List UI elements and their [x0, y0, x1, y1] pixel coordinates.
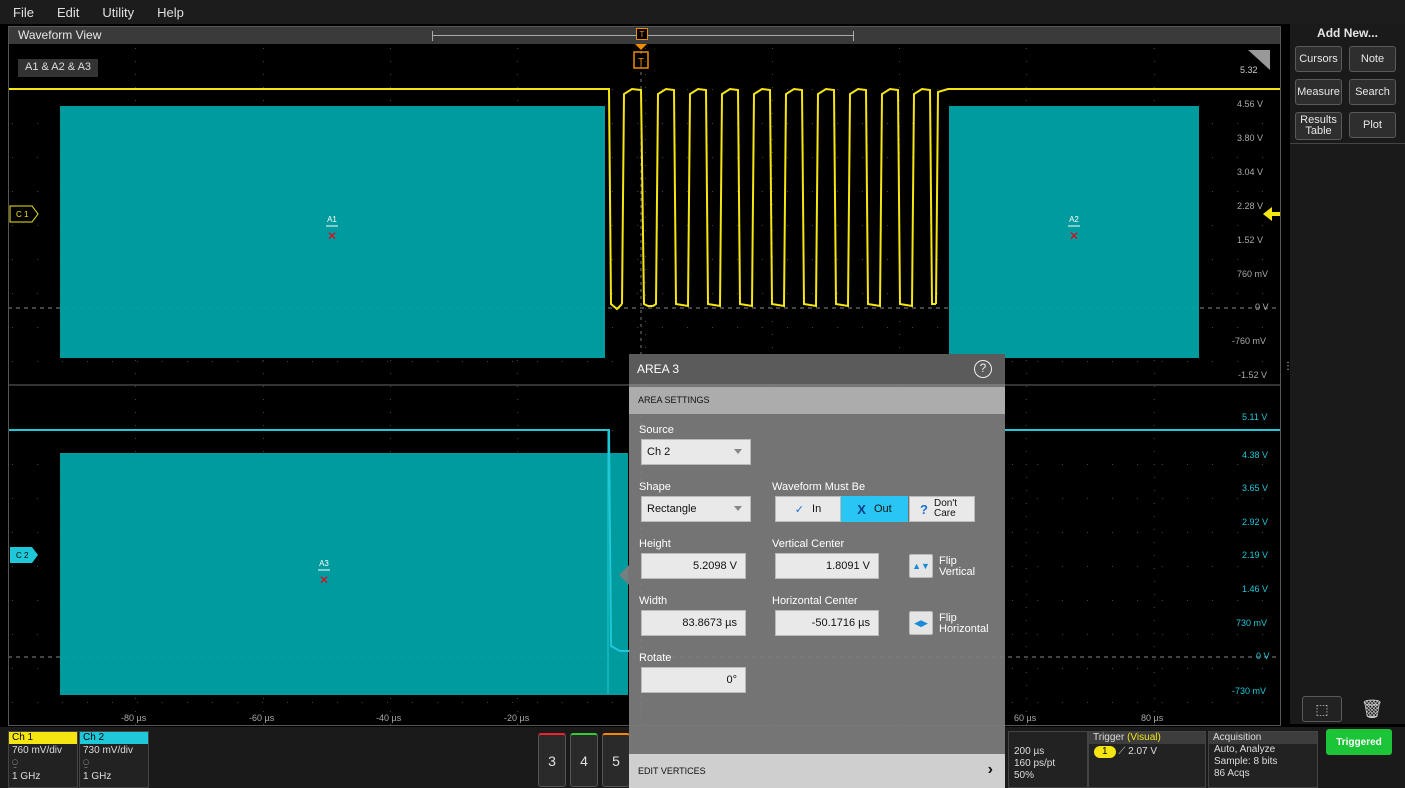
trigger-title: Trigger [1093, 732, 1125, 743]
trigger-level: 2.07 V [1128, 746, 1158, 757]
acquisition-badge[interactable]: Acquisition Auto, Analyze Sample: 8 bits… [1208, 731, 1318, 788]
rising-edge-icon: ⟋ [1118, 746, 1129, 757]
dialog-header: AREA 3 ? [629, 354, 1005, 384]
ch2-scale-value: 730 mV/div [83, 745, 134, 756]
ch1-scale-value: 760 mV/div [12, 745, 63, 756]
horizontal-badge[interactable]: 200 µs 160 ps/pt 50% [1008, 731, 1088, 788]
search-button[interactable]: Search [1349, 79, 1396, 105]
dialog-pointer [619, 565, 629, 585]
ch4-button[interactable]: 4 [570, 733, 598, 787]
ch3-button[interactable]: 3 [538, 733, 566, 787]
horizontal-center-input[interactable]: -50.1716 µs [775, 610, 879, 636]
must-be-in-label: In [812, 503, 822, 515]
dialog-title: AREA 3 [637, 362, 680, 376]
rotate-label: Rotate [639, 652, 672, 664]
acquisition-count: 86 Acqs [1214, 768, 1250, 779]
flip-horizontal-label: Flip Horizontal [939, 612, 989, 635]
cursors-button[interactable]: Cursors [1295, 46, 1342, 72]
shape-label: Shape [639, 481, 671, 493]
shape-value: Rectangle [647, 503, 697, 515]
menu-help[interactable]: Help [144, 5, 194, 20]
must-be-in-button[interactable]: ✓ In [775, 496, 841, 522]
trigger-settings: 1 ⟋ 2.07 V [1089, 746, 1205, 758]
edit-vertices-label: EDIT VERTICES [638, 766, 706, 776]
width-input[interactable]: 83.8673 µs [641, 610, 746, 636]
ch2-badge[interactable]: Ch 2 730 mV/div ⍜ 1 GHz [79, 731, 149, 788]
must-be-out-button[interactable]: X Out [841, 496, 908, 522]
trigger-header: Trigger (Visual) [1089, 732, 1205, 744]
menu-edit[interactable]: Edit [44, 5, 89, 20]
check-icon: ✓ [794, 503, 805, 516]
menu-utility[interactable]: Utility [89, 5, 144, 20]
edit-vertices-row[interactable]: EDIT VERTICES › [629, 754, 1005, 788]
ch1-coupling-icon: ⍜ [12, 758, 18, 769]
horizontal-rate: 160 ps/pt [1014, 758, 1056, 769]
zoom-box-icon[interactable]: ⬚ [1302, 696, 1342, 722]
pane-drag-handle[interactable]: ⋮ [1283, 362, 1293, 384]
must-be-dontcare-button[interactable]: ? Don't Care [909, 496, 975, 522]
shape-select[interactable]: Rectangle [641, 496, 751, 522]
flip-vertical-button[interactable]: ▲▼ [909, 554, 933, 578]
vertical-center-label: Vertical Center [772, 538, 845, 550]
vertical-center-input[interactable]: 1.8091 V [775, 553, 879, 579]
area-3-dialog: AREA 3 ? AREA SETTINGS Source Ch 2 Shape… [629, 354, 1005, 788]
help-icon[interactable]: ? [974, 360, 992, 378]
ch2-badge-name: Ch 2 [80, 732, 148, 744]
trash-icon[interactable]: 🗑 [1352, 696, 1392, 722]
triggered-status: Triggered [1326, 729, 1392, 755]
measure-button[interactable]: Measure [1295, 79, 1342, 105]
ch1-bandwidth: 1 GHz [12, 771, 41, 782]
area-settings-section: AREA SETTINGS [629, 387, 1005, 414]
horizontal-center-label: Horizontal Center [772, 595, 858, 607]
add-new-title: Add New... [1317, 26, 1378, 40]
horizontal-record: 200 µs [1014, 746, 1045, 757]
acquisition-sample: Sample: 8 bits [1214, 756, 1278, 767]
x-icon: X [857, 501, 866, 517]
trigger-source: 1 [1094, 746, 1116, 758]
source-label: Source [639, 424, 674, 436]
chevron-right-icon: › [987, 761, 993, 778]
flip-vertical-label: Flip Vertical [939, 555, 976, 578]
ch1-badge-name: Ch 1 [9, 732, 77, 744]
trigger-badge[interactable]: Trigger (Visual) 1 ⟋ 2.07 V [1088, 731, 1206, 788]
trigger-mode: (Visual) [1127, 732, 1161, 743]
acquisition-mode: Auto, Analyze [1214, 744, 1276, 755]
chevron-down-icon [734, 449, 742, 454]
note-button[interactable]: Note [1349, 46, 1396, 72]
question-icon: ? [920, 501, 928, 517]
acquisition-title: Acquisition [1209, 732, 1317, 744]
source-select[interactable]: Ch 2 [641, 439, 751, 465]
height-label: Height [639, 538, 671, 550]
results-table-button[interactable]: Results Table [1295, 112, 1342, 140]
chevron-down-icon [734, 506, 742, 511]
add-new-sidebar: Add New... Cursors Note Measure Search R… [1290, 24, 1405, 724]
sidebar-divider [1290, 143, 1405, 144]
height-input[interactable]: 5.2098 V [641, 553, 746, 579]
horizontal-position: 50% [1014, 770, 1035, 781]
must-be-out-label: Out [873, 503, 892, 515]
source-value: Ch 2 [647, 446, 671, 458]
menu-bar: File Edit Utility Help [0, 0, 1405, 24]
ch5-button[interactable]: 5 [602, 733, 630, 787]
must-be-label: Waveform Must Be [772, 481, 866, 493]
plot-button[interactable]: Plot [1349, 112, 1396, 138]
menu-file[interactable]: File [0, 5, 44, 20]
width-label: Width [639, 595, 668, 607]
ch2-coupling-icon: ⍜ [83, 758, 89, 769]
ch1-badge[interactable]: Ch 1 760 mV/div ⍜ 1 GHz [8, 731, 78, 788]
rotate-input[interactable]: 0° [641, 667, 746, 693]
ch2-bandwidth: 1 GHz [83, 771, 112, 782]
flip-horizontal-button[interactable]: ◀▶ [909, 611, 933, 635]
must-be-dontcare-label: Don't Care [933, 498, 958, 519]
